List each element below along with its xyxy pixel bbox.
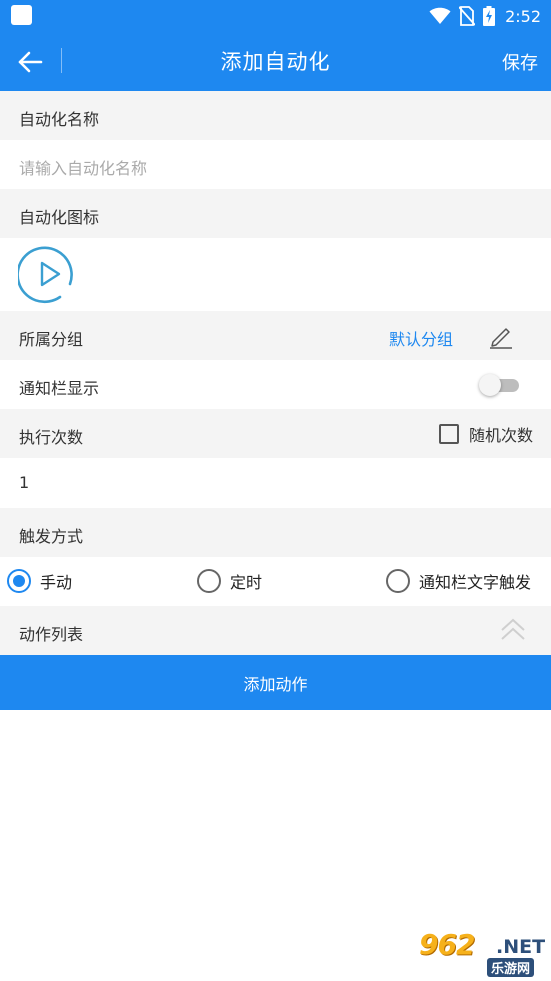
app-bar: 添加自动化 保存	[0, 32, 551, 91]
edit-pencil-icon[interactable]	[488, 323, 514, 349]
name-input[interactable]: 请输入自动化名称	[0, 140, 551, 189]
action-list-label: 动作列表	[19, 625, 84, 644]
add-action-button[interactable]: 添加动作	[0, 655, 551, 710]
name-label: 自动化名称	[19, 110, 100, 129]
trigger-radio-group: 手动 定时 通知栏文字触发	[0, 557, 551, 606]
action-list-header: 动作列表	[0, 606, 551, 655]
watermark-net: .NET	[496, 936, 546, 958]
random-count-checkbox-wrap[interactable]: 随机次数	[438, 422, 533, 446]
group-label: 所属分组	[19, 330, 84, 349]
icon-label: 自动化图标	[19, 208, 100, 227]
icon-section-header: 自动化图标	[0, 189, 551, 238]
exec-count-value: 1	[19, 473, 30, 492]
exec-count-input[interactable]: 1	[0, 458, 551, 507]
trigger-radio-scheduled[interactable]: 定时	[197, 569, 262, 593]
status-icons: 2:52	[429, 4, 541, 28]
trigger-option-label: 手动	[40, 573, 73, 592]
random-count-checkbox[interactable]	[438, 424, 459, 444]
name-section-header: 自动化名称	[0, 91, 551, 140]
battery-charging-icon	[483, 6, 496, 26]
save-button[interactable]: 保存	[502, 49, 538, 75]
trigger-option-label: 定时	[230, 573, 263, 592]
trigger-header: 触发方式	[0, 508, 551, 557]
trigger-radio-manual[interactable]: 手动	[7, 569, 72, 593]
trigger-label: 触发方式	[19, 527, 84, 546]
name-placeholder: 请输入自动化名称	[19, 159, 148, 178]
notification-row: 通知栏显示	[0, 360, 551, 409]
toggle-knob	[479, 374, 501, 396]
notification-label: 通知栏显示	[19, 379, 100, 398]
group-value[interactable]: 默认分组	[389, 326, 453, 350]
radio-unselected-icon	[386, 569, 410, 593]
page-title: 添加自动化	[220, 50, 331, 74]
chevron-double-up-icon[interactable]	[499, 616, 527, 644]
watermark-logo: 962 .NET 乐游网	[411, 928, 548, 977]
group-row[interactable]: 所属分组 默认分组	[0, 311, 551, 360]
notification-toggle[interactable]	[479, 373, 519, 396]
watermark-site: 乐游网	[487, 958, 535, 977]
exec-count-label: 执行次数	[19, 428, 84, 447]
radio-unselected-icon	[197, 569, 221, 593]
wifi-icon	[429, 7, 451, 24]
status-time: 2:52	[505, 6, 541, 26]
status-bar: 2:52	[0, 0, 551, 32]
random-count-label: 随机次数	[468, 426, 533, 445]
no-sim-icon	[459, 6, 476, 26]
radio-selected-icon	[7, 569, 31, 593]
play-circle-icon[interactable]	[18, 244, 78, 304]
trigger-option-label: 通知栏文字触发	[419, 573, 532, 592]
watermark-number: 962	[419, 928, 475, 961]
icon-picker-row	[0, 238, 551, 311]
trigger-radio-notification-text[interactable]: 通知栏文字触发	[386, 569, 531, 593]
exec-count-header: 执行次数 随机次数	[0, 409, 551, 458]
app-notification-icon	[11, 5, 32, 25]
